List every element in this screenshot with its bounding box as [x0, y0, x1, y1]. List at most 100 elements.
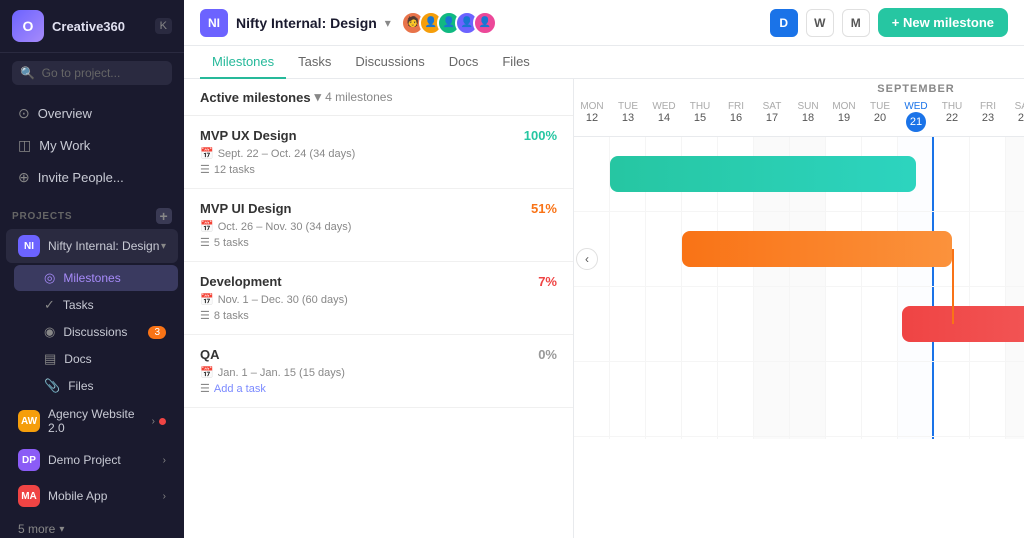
day-name-21: WED [898, 101, 934, 112]
milestone-dev-date: 📅 Nov. 1 – Dec. 30 (60 days) [200, 293, 557, 306]
app-logo: O [12, 10, 44, 42]
day-name-18: SUN [790, 101, 826, 112]
day-name-19: MON [826, 101, 862, 112]
sub-nav-discussions[interactable]: ◉ Discussions 3 [14, 319, 178, 345]
day-num-18: 18 [790, 112, 826, 124]
gantt-cell-row2-col8 [862, 287, 898, 361]
sidebar-project-mobile[interactable]: MA Mobile App › [6, 479, 178, 513]
gantt-cell-row3-col9 [898, 362, 934, 436]
tab-tasks[interactable]: Tasks [286, 46, 343, 79]
milestone-mvp-ux-pct: 100% [524, 128, 557, 143]
day-name-20: TUE [862, 101, 898, 112]
nav-tabs: Milestones Tasks Discussions Docs Files [184, 46, 1024, 79]
gantt-row-development [574, 287, 1024, 362]
agency-avatar: AW [18, 410, 40, 432]
milestone-mvp-ux-date: 📅 Sept. 22 – Oct. 24 (34 days) [200, 147, 557, 160]
sub-nav-files[interactable]: 📎 Files [14, 373, 178, 399]
day-num-16: 16 [718, 112, 754, 124]
add-project-button[interactable]: + [156, 208, 172, 224]
milestone-qa-add-task[interactable]: ☰ Add a task [200, 382, 557, 395]
discussions-icon: ◉ [44, 324, 55, 340]
gantt-month-row: SEPTEMBER [574, 79, 1024, 99]
projects-section-title: PROJECTS + [0, 198, 184, 228]
tab-discussions[interactable]: Discussions [343, 46, 436, 79]
gantt-cell-qa-12 [1006, 437, 1024, 439]
milestone-mvp-ui-date: 📅 Oct. 26 – Nov. 30 (34 days) [200, 220, 557, 233]
tab-files[interactable]: Files [490, 46, 541, 79]
chevron-down-icon: ▾ [161, 241, 166, 252]
sidebar-search-input[interactable] [12, 61, 172, 85]
new-milestone-button[interactable]: + New milestone [878, 8, 1008, 37]
sidebar-more-projects[interactable]: 5 more ▾ [6, 515, 178, 538]
gantt-day-12: MON 12 [574, 99, 610, 136]
day-name-15: THU [682, 101, 718, 112]
topbar-project-title: Nifty Internal: Design [236, 15, 377, 31]
gantt-cell-qa-10 [934, 437, 970, 439]
milestone-mvp-ux-name: MVP UX Design [200, 128, 297, 143]
gantt-cell-row0-col10 [934, 137, 970, 211]
gantt-cell-row2-col6 [790, 287, 826, 361]
gantt-cell-row2-col5 [754, 287, 790, 361]
gantt-bar-mvp-ui[interactable] [682, 231, 952, 267]
add-task-icon: ☰ [200, 382, 210, 395]
view-btn-m[interactable]: M [842, 9, 870, 37]
sidebar-label-overview: Overview [38, 106, 92, 121]
gantt-body [574, 137, 1024, 439]
sub-nav-docs[interactable]: ▤ Docs [14, 346, 178, 372]
milestone-qa-date: 📅 Jan. 1 – Jan. 15 (15 days) [200, 366, 557, 379]
gantt-cell-qa-5 [754, 437, 790, 439]
sidebar-project-demo[interactable]: DP Demo Project › [6, 443, 178, 477]
tab-docs[interactable]: Docs [437, 46, 491, 79]
sidebar-item-my-work[interactable]: ◫ My Work [6, 130, 178, 161]
main-content: NI Nifty Internal: Design ▾ 🧑 👤 👤 👤 👤 D … [184, 0, 1024, 538]
view-btn-d[interactable]: D [770, 9, 798, 37]
gantt-nav-left-button[interactable]: ‹ [576, 248, 598, 270]
mobile-chevron-icon: › [163, 491, 166, 502]
gantt-cell-row3-col11 [970, 362, 1006, 436]
gantt-day-20: TUE 20 [862, 99, 898, 136]
sidebar-project-agency[interactable]: AW Agency Website 2.0 › [6, 401, 178, 441]
gantt-cell-row2-col0 [574, 287, 610, 361]
gantt-day-22: THU 22 [934, 99, 970, 136]
day-name-24: SAT [1006, 101, 1024, 112]
sub-nav-milestones[interactable]: ◎ Milestones [14, 265, 178, 291]
gantt-day-14: WED 14 [646, 99, 682, 136]
gantt-cell-qa-0 [574, 437, 610, 439]
gantt-day-19: MON 19 [826, 99, 862, 136]
sidebar-item-overview[interactable]: ⊙ Overview [6, 98, 178, 129]
milestone-mvp-ui-tasks: ☰ 5 tasks [200, 236, 557, 249]
day-num-12: 12 [574, 112, 610, 124]
sidebar-item-invite-people[interactable]: ⊕ Invite People... [6, 162, 178, 193]
gantt-cell-row3-col3 [682, 362, 718, 436]
sub-nav-tasks[interactable]: ✓ Tasks [14, 292, 178, 318]
milestone-mvp-ui-pct: 51% [531, 201, 557, 216]
gantt-cell-row2-col2 [646, 287, 682, 361]
gantt-day-13: TUE 13 [610, 99, 646, 136]
day-num-21: 21 [906, 112, 926, 132]
tab-milestones[interactable]: Milestones [200, 46, 286, 79]
gantt-cell-row3-col4 [718, 362, 754, 436]
active-project-avatar: NI [18, 235, 40, 257]
gantt-bar-development[interactable] [902, 306, 1024, 342]
topbar-project-icon: NI [200, 9, 228, 37]
view-btn-w[interactable]: W [806, 9, 834, 37]
gantt-cell-qa-6 [790, 437, 826, 439]
gantt-cell-row1-col12 [1006, 212, 1024, 286]
topbar: NI Nifty Internal: Design ▾ 🧑 👤 👤 👤 👤 D … [184, 0, 1024, 46]
milestones-panel: Active milestones ▾ 4 milestones MVP UX … [184, 79, 574, 538]
calendar-icon: 📅 [200, 147, 214, 160]
calendar-icon-4: 📅 [200, 366, 214, 379]
more-projects-label: 5 more [18, 522, 55, 536]
gantt-day-23: FRI 23 [970, 99, 1006, 136]
gantt-cell-row3-col7 [826, 362, 862, 436]
sub-nav: ◎ Milestones ✓ Tasks ◉ Discussions 3 ▤ D… [8, 264, 184, 400]
sidebar-active-project[interactable]: NI Nifty Internal: Design ▾ [6, 229, 178, 263]
gantt-day-16: FRI 16 [718, 99, 754, 136]
mobile-name: Mobile App [48, 489, 163, 503]
gantt-cell-row1-col2 [646, 212, 682, 286]
gantt-cell-row1-col1 [610, 212, 646, 286]
docs-icon: ▤ [44, 351, 56, 367]
gantt-cell-row3-col0 [574, 362, 610, 436]
gantt-bar-mvp-ux[interactable] [610, 156, 916, 192]
sidebar-header: O Creative360 K [0, 0, 184, 53]
